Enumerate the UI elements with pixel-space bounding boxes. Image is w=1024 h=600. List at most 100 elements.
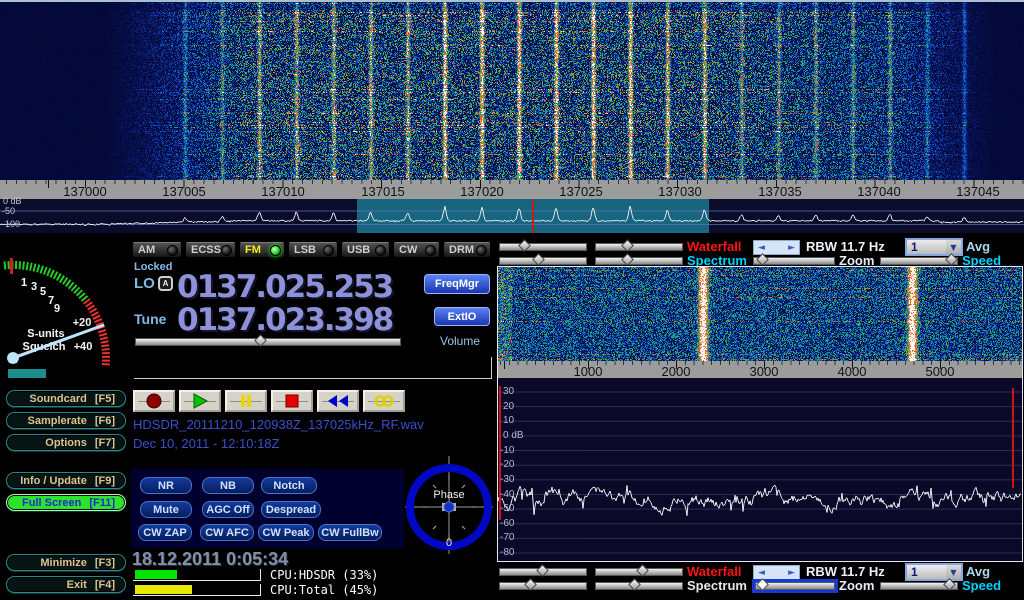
mode-label: FM: [245, 244, 261, 256]
mode-led: [270, 245, 281, 256]
play-button[interactable]: [179, 390, 221, 412]
record-button[interactable]: [133, 390, 175, 412]
mode-button-usb[interactable]: USB: [341, 242, 390, 258]
cw-fullbw-button[interactable]: CW FullBw: [318, 524, 382, 541]
avg-dropdown[interactable]: 1▼: [905, 238, 963, 256]
squelch-level-bar[interactable]: [8, 369, 46, 378]
waterfall-label: Waterfall: [687, 239, 741, 254]
divider-line: [491, 357, 492, 379]
mode-button-am[interactable]: AM: [132, 242, 182, 258]
button-hotkey: [F11]: [89, 497, 115, 509]
pan-control[interactable]: ◄►: [753, 240, 800, 255]
mute-button[interactable]: Mute: [140, 501, 192, 518]
mode-button-drm[interactable]: DRM: [443, 242, 491, 258]
info-update-button[interactable]: Info / Update[F9]: [6, 472, 126, 489]
phase-label: Phase: [433, 489, 464, 501]
lo-frequency-value[interactable]: 0137.025.253: [177, 269, 392, 305]
spectrum-lower-slider-2[interactable]: [595, 582, 683, 590]
chevron-down-icon[interactable]: ▼: [946, 240, 961, 254]
button-hotkey: [F7]: [95, 437, 115, 449]
slider-thumb[interactable]: [518, 239, 531, 252]
cpu-hdsdr-label: CPU:HDSDR (33%): [270, 568, 378, 582]
slider-thumb[interactable]: [524, 578, 537, 591]
frequency-label: 137015: [361, 184, 404, 199]
record-icon: [146, 393, 162, 409]
mode-label: DRM: [449, 244, 474, 256]
cpu-hdsdr-bar: [133, 569, 261, 581]
exit-button[interactable]: Exit[F4]: [6, 576, 126, 593]
avg-label-2: Avg: [966, 564, 990, 579]
lo-label: LO: [134, 275, 155, 292]
tune-frequency-value[interactable]: 0137.023.398: [177, 302, 392, 338]
spectrum-upper-slider-2[interactable]: [499, 582, 587, 590]
rewind-button[interactable]: [317, 390, 359, 412]
waterfall-upper-slider[interactable]: [499, 243, 587, 251]
nb-button[interactable]: NB: [202, 477, 254, 494]
soundcard-button[interactable]: Soundcard[F5]: [6, 390, 126, 407]
extio-button[interactable]: ExtIO: [434, 307, 490, 326]
spectrum-lower-slider[interactable]: [595, 257, 683, 265]
slider-thumb[interactable]: [532, 253, 545, 266]
slider-thumb[interactable]: [628, 578, 641, 591]
mode-button-cw[interactable]: CW: [393, 242, 440, 258]
slider-thumb[interactable]: [536, 564, 549, 577]
mode-label: LSB: [294, 244, 316, 256]
cw-afc-button[interactable]: CW AFC: [200, 524, 254, 541]
waterfall-lower-slider-2[interactable]: [595, 568, 683, 576]
waterfall-lower-slider[interactable]: [595, 243, 683, 251]
audio-frequency-scale[interactable]: 1000 2000 3000 4000 5000: [498, 361, 1022, 378]
volume-slider[interactable]: [135, 338, 401, 346]
spectrum-label-2: Spectrum: [687, 578, 747, 593]
slider-thumb[interactable]: [636, 564, 649, 577]
button-label: Exit: [67, 579, 87, 591]
waterfall-upper-slider-2[interactable]: [499, 568, 587, 576]
notch-button[interactable]: Notch: [261, 477, 317, 494]
pan-right-icon[interactable]: ►: [788, 568, 795, 578]
locked-label: Locked: [134, 261, 173, 273]
mode-button-ecss[interactable]: ECSS: [185, 242, 236, 258]
minimize-button[interactable]: Minimize[F3]: [6, 554, 126, 571]
zoom-slider-2[interactable]: [755, 582, 835, 590]
mode-button-lsb[interactable]: LSB: [288, 242, 338, 258]
speed-slider[interactable]: [880, 257, 958, 265]
speed-slider-2[interactable]: [880, 582, 958, 590]
main-waterfall-display[interactable]: [0, 0, 1024, 180]
frequency-label: 4000: [838, 364, 867, 379]
slider-thumb[interactable]: [621, 253, 634, 266]
main-spectrum-display[interactable]: [0, 199, 1024, 233]
loop-icon: [373, 394, 395, 408]
despread-button[interactable]: Despread: [261, 501, 321, 518]
fullscreen-button[interactable]: Full Screen[F11]: [6, 494, 126, 511]
pan-left-icon[interactable]: ◄: [758, 243, 765, 253]
audio-spectrum-display[interactable]: [498, 378, 1022, 561]
mode-led: [425, 245, 436, 256]
stop-button[interactable]: [271, 390, 313, 412]
options-button[interactable]: Options[F7]: [6, 434, 126, 451]
slider-thumb[interactable]: [756, 253, 769, 266]
recording-timestamp: Dec 10, 2011 - 12:10:18Z: [133, 436, 279, 451]
pan-right-icon[interactable]: ►: [788, 243, 795, 253]
main-frequency-scale[interactable]: 137000 137005 137010 137015 137020 13702…: [0, 180, 1024, 199]
pan-control-2[interactable]: ◄►: [753, 565, 800, 580]
cw-peak-button[interactable]: CW Peak: [258, 524, 314, 541]
audio-waterfall-display[interactable]: [498, 267, 1022, 361]
nr-button[interactable]: NR: [140, 477, 192, 494]
db-label: -50: [2, 206, 15, 216]
lo-auto-badge[interactable]: A: [158, 276, 173, 291]
pan-left-icon[interactable]: ◄: [758, 568, 765, 578]
pause-button[interactable]: [225, 390, 267, 412]
button-label: Samplerate: [28, 415, 87, 427]
slider-thumb[interactable]: [621, 239, 634, 252]
loop-button[interactable]: [363, 390, 405, 412]
button-label: Minimize: [40, 557, 86, 569]
zoom-slider[interactable]: [753, 257, 835, 265]
slider-thumb[interactable]: [756, 578, 769, 591]
freqmgr-button[interactable]: FreqMgr: [424, 274, 490, 294]
cw-zap-button[interactable]: CW ZAP: [138, 524, 192, 541]
spectrum-upper-slider[interactable]: [499, 257, 587, 265]
agc-off-button[interactable]: AGC Off: [202, 501, 254, 518]
mode-button-fm[interactable]: FM: [239, 242, 285, 258]
samplerate-button[interactable]: Samplerate[F6]: [6, 412, 126, 429]
avg-dropdown-2[interactable]: 1▼: [905, 563, 963, 581]
chevron-down-icon[interactable]: ▼: [946, 565, 961, 579]
